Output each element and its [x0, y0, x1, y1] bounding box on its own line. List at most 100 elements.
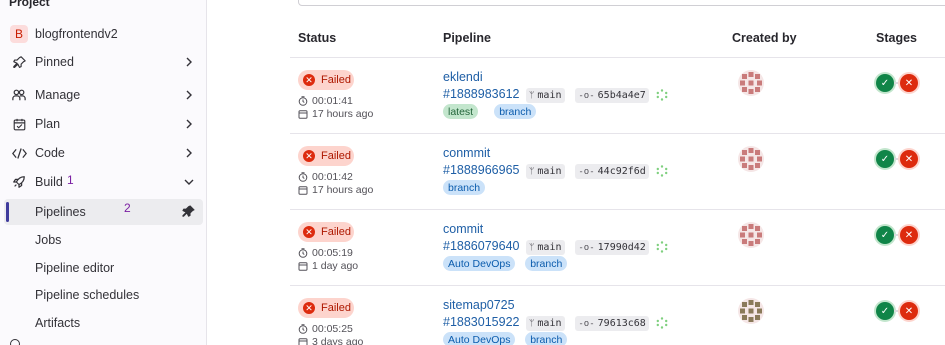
stages-mini-graph: ✓ ✕	[876, 74, 918, 92]
sidebar-subitem-artifacts[interactable]: Artifacts	[0, 310, 207, 336]
duration-text: 00:01:42	[312, 171, 353, 183]
stage-failed-icon[interactable]: ✕	[900, 302, 918, 320]
sidebar-subitem-label: Jobs	[35, 233, 62, 247]
sha-text: 79613c68	[597, 318, 646, 329]
timer-icon	[298, 248, 308, 258]
sidebar-subitem-jobs[interactable]: Jobs	[0, 227, 207, 253]
active-indicator	[6, 202, 9, 222]
stage-failed-icon[interactable]: ✕	[900, 226, 918, 244]
sidebar-item-code[interactable]: Code	[0, 140, 207, 166]
stage-success-icon[interactable]: ✓	[876, 302, 894, 320]
duration-text: 00:05:19	[312, 247, 353, 259]
avatar[interactable]	[738, 70, 764, 96]
failed-icon: ✕	[303, 302, 315, 314]
filter-bar[interactable]	[298, 0, 945, 6]
loading-spinner-icon	[656, 317, 668, 329]
pipeline-id-link[interactable]: #1886079640	[443, 239, 519, 253]
ref-chip[interactable]: ᛘ main	[526, 240, 565, 255]
sidebar-subitem-pipeline-schedules[interactable]: Pipeline schedules	[0, 282, 207, 308]
chevron-right-icon	[184, 90, 194, 100]
status-label: Failed	[321, 74, 351, 86]
annotation-number: 1	[67, 173, 74, 187]
code-icon	[11, 145, 27, 161]
table-row: ✕ Failed 00:05:19 1 day ago commit #1886…	[208, 210, 945, 286]
commit-sha-chip[interactable]: -o- 65b4a4e7	[575, 88, 649, 103]
pipeline-title-link[interactable]: eklendi	[443, 70, 483, 84]
pipeline-title-link[interactable]: commit	[443, 222, 483, 236]
commit-sha-chip[interactable]: -o- 44c92f6d	[575, 164, 649, 179]
avatar[interactable]	[738, 146, 764, 172]
column-header-status[interactable]: Status	[298, 31, 336, 45]
pipeline-id-link[interactable]: #1888966965	[443, 163, 519, 177]
column-header-created-by[interactable]: Created by	[732, 31, 797, 45]
pipelines-main: Status Pipeline Created by Stages ✕ Fail…	[208, 0, 945, 345]
identicon-icon	[738, 70, 764, 96]
pin-icon[interactable]	[182, 205, 195, 221]
stage-failed-icon[interactable]: ✕	[900, 74, 918, 92]
finished-text: 17 hours ago	[312, 184, 374, 196]
sidebar-item-label: Code	[35, 146, 65, 160]
column-header-stages[interactable]: Stages	[876, 31, 917, 45]
stages-mini-graph: ✓ ✕	[876, 302, 918, 320]
users-icon	[11, 87, 27, 103]
stages-mini-graph: ✓ ✕	[876, 150, 918, 168]
stage-success-icon[interactable]: ✓	[876, 226, 894, 244]
status-badge[interactable]: ✕ Failed	[298, 146, 354, 166]
pipeline-title-link[interactable]: sitemap0725	[443, 298, 515, 312]
timer-icon	[298, 96, 308, 106]
column-header-pipeline[interactable]: Pipeline	[443, 31, 491, 45]
status-badge[interactable]: ✕ Failed	[298, 222, 354, 242]
calendar-icon	[11, 116, 27, 132]
finished-text: 1 day ago	[312, 260, 359, 272]
ref-text: main	[537, 242, 562, 253]
pipeline-title-link[interactable]: conmmit	[443, 146, 490, 160]
status-badge[interactable]: ✕ Failed	[298, 70, 354, 90]
branch-icon: ᛘ	[529, 318, 535, 329]
pipeline-tag-auto-devops[interactable]: Auto DevOps	[443, 332, 516, 345]
project-link[interactable]: B blogfrontendv2	[0, 21, 207, 47]
sidebar-item-pinned[interactable]: Pinned	[0, 49, 207, 75]
sidebar-item-plan[interactable]: Plan	[0, 111, 207, 137]
identicon-icon	[738, 222, 764, 248]
avatar[interactable]	[738, 298, 764, 324]
chevron-right-icon	[184, 119, 194, 129]
avatar[interactable]	[738, 222, 764, 248]
pipeline-tag-branch[interactable]: branch	[525, 332, 568, 345]
sidebar-subitem-pipeline-editor[interactable]: Pipeline editor	[0, 255, 207, 281]
stage-success-icon[interactable]: ✓	[876, 150, 894, 168]
commit-icon: -o-	[578, 318, 595, 329]
commit-icon: -o-	[578, 166, 595, 177]
sidebar-subitem-label: Pipelines	[35, 205, 86, 219]
ref-chip[interactable]: ᛘ main	[526, 316, 565, 331]
pipeline-tag-branch[interactable]: branch	[525, 256, 568, 271]
sidebar-item-manage[interactable]: Manage	[0, 82, 207, 108]
identicon-icon	[738, 298, 764, 324]
pipeline-tag-auto-devops[interactable]: Auto DevOps	[443, 256, 516, 271]
project-avatar: B	[10, 25, 28, 43]
pipeline-tag-branch[interactable]: branch	[443, 180, 486, 195]
stage-failed-icon[interactable]: ✕	[900, 150, 918, 168]
loading-spinner-icon	[656, 89, 668, 101]
commit-sha-chip[interactable]: -o- 17990d42	[575, 240, 649, 255]
ref-chip[interactable]: ᛘ main	[526, 164, 565, 179]
ref-chip[interactable]: ᛘ main	[526, 88, 565, 103]
chevron-right-icon	[184, 57, 194, 67]
calendar-icon	[298, 337, 308, 345]
status-badge[interactable]: ✕ Failed	[298, 298, 354, 318]
duration: 00:01:41	[298, 95, 353, 107]
pipeline-tag-branch[interactable]: branch	[494, 104, 537, 119]
commit-sha-chip[interactable]: -o- 79613c68	[575, 316, 649, 331]
loading-spinner-icon	[656, 241, 668, 253]
sidebar-subitem-label: Pipeline schedules	[35, 288, 140, 302]
ref-text: main	[537, 90, 562, 101]
sidebar-item-label: Pinned	[35, 55, 74, 69]
pipeline-id-link[interactable]: #1883015922	[443, 315, 519, 329]
sidebar-subitem-pipelines[interactable]: Pipelines 2	[0, 199, 207, 225]
stage-success-icon[interactable]: ✓	[876, 74, 894, 92]
pipeline-tag-latest[interactable]: latest	[443, 104, 479, 119]
calendar-icon	[298, 185, 308, 195]
duration: 00:05:25	[298, 323, 353, 335]
sidebar-item-build[interactable]: Build 1	[0, 169, 207, 195]
project-name: blogfrontendv2	[35, 27, 118, 41]
pipeline-id-link[interactable]: #1888983612	[443, 87, 519, 101]
